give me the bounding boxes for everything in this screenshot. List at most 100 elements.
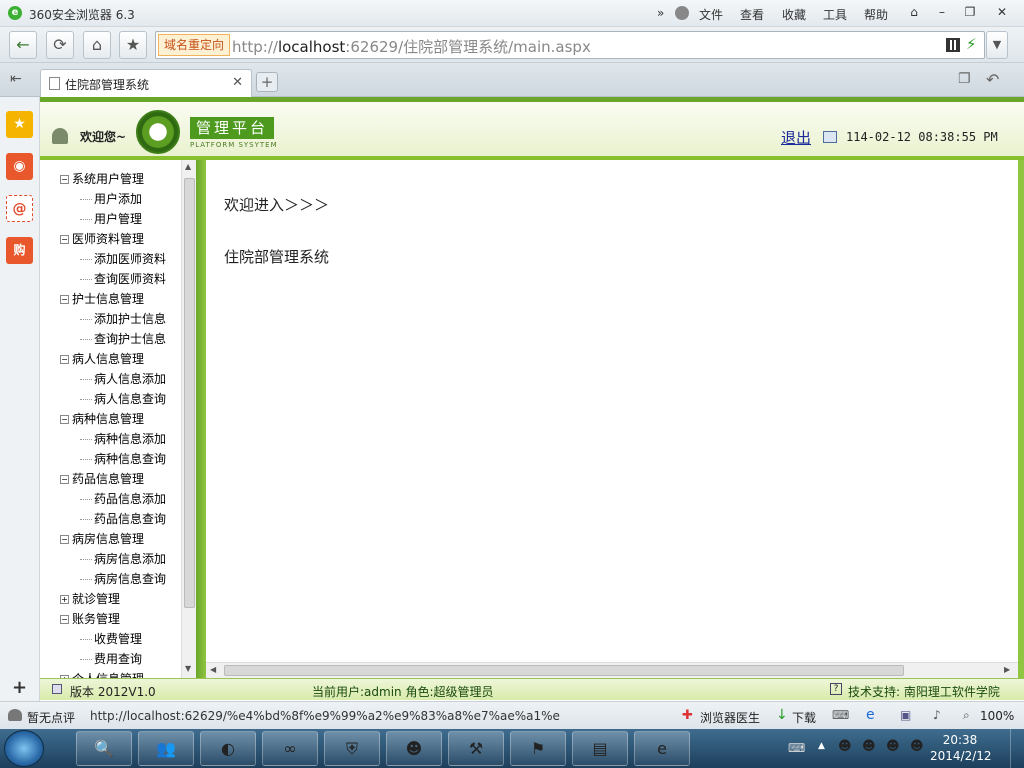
weibo-icon[interactable]: ◉ — [6, 153, 33, 180]
qq-tray-icon-4[interactable]: ☻ — [910, 739, 924, 754]
speed-mode-icon[interactable]: ⚡ — [966, 35, 977, 53]
tree-group[interactable]: − 护士信息管理 — [60, 290, 144, 307]
tree-group-label[interactable]: 病房信息管理 — [72, 532, 144, 546]
tree-item-label[interactable]: 病人信息添加 — [94, 372, 166, 386]
browser-doctor-text[interactable]: 浏览器医生 — [700, 709, 760, 726]
qq-tray-icon-2[interactable]: ☻ — [862, 739, 876, 754]
tree-item[interactable]: 添加医师资料 — [80, 250, 166, 267]
tree-item-label[interactable]: 病种信息添加 — [94, 432, 166, 446]
qq-tray-icon-3[interactable]: ☻ — [886, 739, 900, 754]
back-icon[interactable]: ← — [9, 31, 37, 59]
tree-group-label[interactable]: 账务管理 — [72, 612, 120, 626]
tree-item-label[interactable]: 查询护士信息 — [94, 332, 166, 346]
email-icon[interactable]: @ — [6, 195, 33, 222]
review-text[interactable]: 暂无点评 — [27, 709, 75, 726]
taskbar-flag-app-icon[interactable]: ⚑ — [510, 731, 566, 766]
tree-item-label[interactable]: 添加医师资料 — [94, 252, 166, 266]
tree-scroll-thumb[interactable] — [184, 178, 195, 608]
tree-item-label[interactable]: 病房信息添加 — [94, 552, 166, 566]
menu-tools[interactable]: 工具 — [823, 6, 847, 23]
close-window-icon[interactable]: ✕ — [988, 2, 1016, 22]
tray-expand-icon[interactable]: ▲ — [818, 741, 825, 751]
tree-group[interactable]: +个人信息管理 — [60, 670, 144, 678]
restore-tabs-icon[interactable]: ❐ — [958, 71, 971, 87]
add-sidebar-icon[interactable]: + — [12, 677, 27, 698]
minimize-icon[interactable]: – — [928, 2, 956, 22]
menu-help[interactable]: 帮助 — [864, 6, 888, 23]
home-icon[interactable]: ⌂ — [83, 31, 111, 59]
tree-group-label[interactable]: 病种信息管理 — [72, 412, 144, 426]
refresh-icon[interactable]: ⟳ — [46, 31, 74, 59]
tree-item[interactable]: 费用查询 — [80, 650, 142, 667]
tree-group-label[interactable]: 病人信息管理 — [72, 352, 144, 366]
start-button[interactable] — [4, 730, 44, 767]
tree-item-label[interactable]: 病房信息查询 — [94, 572, 166, 586]
collapse-icon[interactable]: − — [60, 235, 69, 244]
collapse-icon[interactable]: − — [60, 535, 69, 544]
tree-group[interactable]: + 就诊管理 — [60, 590, 120, 607]
tree-item[interactable]: 病人信息添加 — [80, 370, 166, 387]
tree-item-label[interactable]: 病种信息查询 — [94, 452, 166, 466]
zoom-level[interactable]: 100% — [980, 709, 1014, 723]
tree-item-label[interactable]: 用户添加 — [94, 192, 142, 206]
tree-item-label[interactable]: 用户管理 — [94, 212, 142, 226]
tree-item[interactable]: 病种信息查询 — [80, 450, 166, 467]
tree-item[interactable]: 查询医师资料 — [80, 270, 166, 287]
skin-icon[interactable]: ⌂ — [900, 2, 928, 22]
url-text[interactable]: http://localhost:62629/住院部管理系统/main.aspx — [232, 36, 591, 57]
expand-icon[interactable]: + — [60, 595, 69, 604]
restore-icon[interactable]: ❐ — [956, 2, 984, 22]
taskbar-tools-icon[interactable]: ⚒ — [448, 731, 504, 766]
tree-item[interactable]: 用户管理 — [80, 210, 142, 227]
tree-group[interactable]: − 账务管理 — [60, 610, 120, 627]
domain-redirect-badge[interactable]: 域名重定向 — [158, 34, 231, 56]
menu-file[interactable]: 文件 — [699, 6, 723, 23]
menu-view[interactable]: 查看 — [740, 6, 764, 23]
zoom-icon[interactable]: ⌕ — [963, 708, 970, 723]
taskbar-clock[interactable]: 20:38 2014/2/12 — [930, 732, 992, 764]
sidebar-toggle-icon[interactable]: ⇤ — [10, 71, 22, 87]
tree-item-label[interactable]: 添加护士信息 — [94, 312, 166, 326]
qq-tray-icon-1[interactable]: ☻ — [838, 739, 852, 754]
tab-close-icon[interactable]: ✕ — [232, 75, 243, 90]
tree-group-label[interactable]: 系统用户管理 — [72, 172, 144, 186]
tree-item[interactable]: 药品信息添加 — [80, 490, 166, 507]
collapse-icon[interactable]: − — [60, 615, 69, 624]
content-scroll-thumb[interactable] — [224, 665, 904, 676]
tree-group[interactable]: − 医师资料管理 — [60, 230, 144, 247]
taskbar-qq-icon[interactable]: ☻ — [386, 731, 442, 766]
shopping-icon[interactable]: 购 — [6, 237, 33, 264]
taskbar-security-icon[interactable]: ⛨ — [324, 731, 380, 766]
collapse-icon[interactable]: − — [60, 175, 69, 184]
tree-item-label[interactable]: 病人信息查询 — [94, 392, 166, 406]
tree-group-label[interactable]: 就诊管理 — [72, 592, 120, 606]
screenshot-icon[interactable]: ▣ — [900, 708, 911, 722]
tree-group[interactable]: − 药品信息管理 — [60, 470, 144, 487]
tree-item-label[interactable]: 药品信息查询 — [94, 512, 166, 526]
download-text[interactable]: 下载 — [792, 709, 816, 726]
scroll-right-icon[interactable]: ▶ — [1004, 665, 1010, 674]
taskbar-people-app-icon[interactable]: 👥 — [138, 731, 194, 766]
tree-item[interactable]: 查询护士信息 — [80, 330, 166, 347]
logout-link[interactable]: 退出 — [781, 127, 811, 148]
review-icon[interactable] — [8, 709, 22, 721]
tree-item-label[interactable]: 费用查询 — [94, 652, 142, 666]
taskbar-visual-studio-icon[interactable]: ∞ — [262, 731, 318, 766]
tree-item[interactable]: 病房信息查询 — [80, 570, 166, 587]
taskbar-firefox-icon[interactable]: ◐ — [200, 731, 256, 766]
download-icon[interactable]: ↓ — [776, 707, 788, 723]
tree-group[interactable]: − 病种信息管理 — [60, 410, 144, 427]
qr-code-icon[interactable] — [946, 38, 960, 52]
collapse-icon[interactable]: − — [60, 415, 69, 424]
tree-item[interactable]: 病种信息添加 — [80, 430, 166, 447]
favorite-star-icon[interactable]: ★ — [119, 31, 147, 59]
tree-group[interactable]: − 病房信息管理 — [60, 530, 144, 547]
new-tab-icon[interactable]: + — [256, 72, 278, 92]
frame-divider[interactable] — [196, 160, 206, 678]
favorites-icon[interactable]: ★ — [6, 111, 33, 138]
taskbar-search-app-icon[interactable]: 🔍 — [76, 731, 132, 766]
game-icon[interactable]: ⌨ — [832, 708, 849, 722]
menu-favorites[interactable]: 收藏 — [782, 6, 806, 23]
keyboard-tray-icon[interactable]: ⌨ — [788, 741, 805, 755]
tree-item-label[interactable]: 收费管理 — [94, 632, 142, 646]
